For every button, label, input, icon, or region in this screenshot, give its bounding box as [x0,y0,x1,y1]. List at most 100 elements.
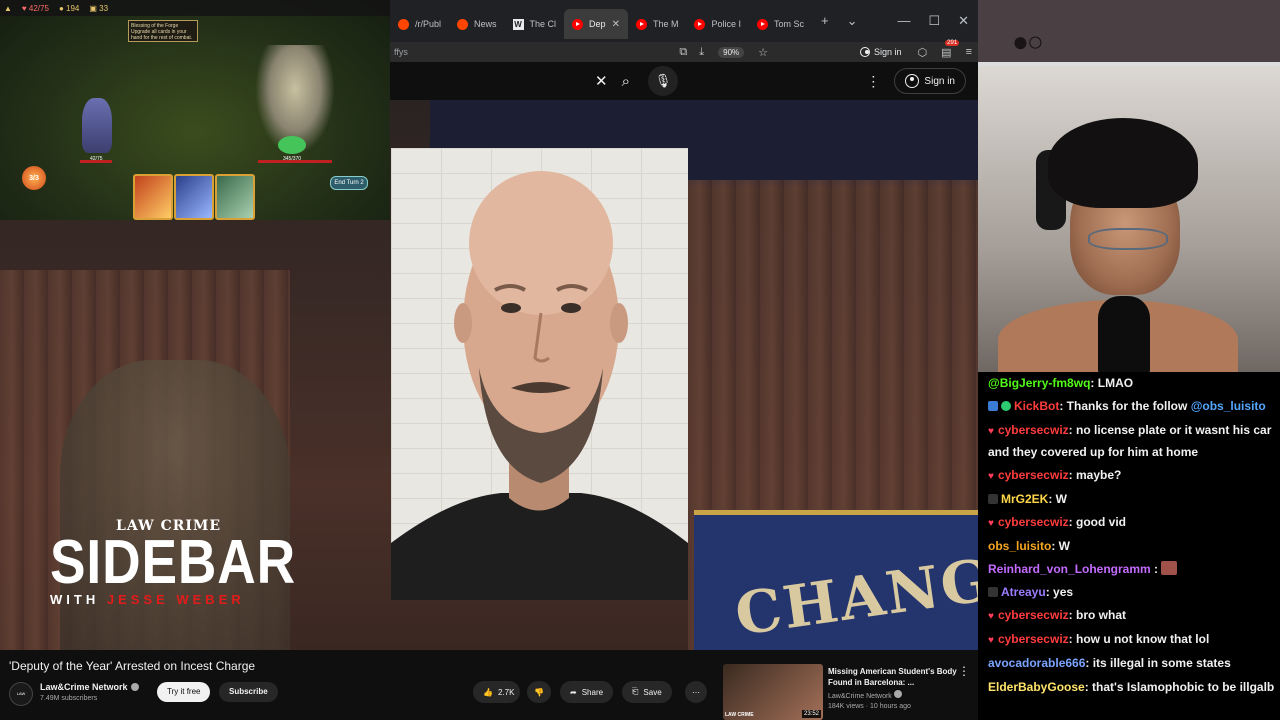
sidebar-logo: LAW CRIME SIDEBAR WITH JESSE WEBER [50,518,296,607]
enemy-hp-label: 345/370 [283,156,302,162]
channel-avatar[interactable]: LAW [9,682,33,706]
chat-username[interactable]: KickBot [1014,399,1059,413]
recommended-title[interactable]: Missing American Student's Body Found in… [828,666,958,688]
chat-mention[interactable]: @obs_luisito [1191,399,1266,413]
notifications-icon[interactable]: ▤ 291 [941,39,960,59]
like-button[interactable]: 👍 2.7K [473,681,521,703]
save-label: Save [643,687,662,697]
url-text[interactable]: ffys [390,47,673,57]
game-floor: ▣ 33 [89,3,109,13]
tab-police[interactable]: Police I [686,9,749,39]
chat-message: @BigJerry-fm8wq: LMAO [988,372,1276,395]
tab-reddit-publ[interactable]: /r/Publ [390,9,449,39]
tab-the-m[interactable]: The M [628,9,687,39]
heart-icon: ♥ [988,471,994,482]
dislike-button[interactable]: 👎 [527,681,551,703]
chat-username[interactable]: Atreayu [1001,585,1046,599]
chat-username[interactable]: obs_luisito [988,539,1051,553]
tab-the-cl[interactable]: W The Cl [505,9,565,39]
bookmark-star-icon[interactable]: ☆ [758,46,768,59]
chat-username[interactable]: cybersecwiz [998,423,1069,437]
tab-list-icon[interactable]: ⌄ [838,0,867,42]
tab-label: Tom Sc [773,19,804,29]
voice-search-icon[interactable]: 🎙 [648,66,678,96]
rec-duration: 23:52 [801,710,821,718]
chat-message: KickBot: Thanks for the follow @obs_luis… [988,395,1276,418]
tab-news[interactable]: News [449,9,505,39]
chat-text: : W [1048,492,1067,506]
screenshot-icon[interactable]: ⧉ [679,46,687,59]
chat-username[interactable]: Reinhard_von_Lohengramm [988,562,1151,576]
try-free-button[interactable]: Try it free [157,682,211,702]
maximize-icon[interactable]: ☐ [920,0,950,42]
chat-username[interactable]: cybersecwiz [998,632,1069,646]
chat-username[interactable]: MrG2EK [1001,492,1048,506]
chat-username[interactable]: avocadorable666 [988,656,1085,670]
browser-signin-button[interactable]: Sign in [860,47,902,57]
game-gold: ● 194 [58,3,80,13]
logo-main-text: SIDEBAR [50,528,296,597]
game-hero [82,98,112,153]
chat-message: obs_luisito: W [988,535,1276,558]
recommended-menu-icon[interactable]: ⋮ [958,664,970,678]
glasses [1088,228,1168,250]
address-bar[interactable]: ffys ⧉ ⤓ 90% ☆ Sign in ⬡ ▤ 291 ≡ [390,39,978,62]
youtube-icon [572,18,584,30]
share-button[interactable]: ➦ Share [560,681,614,703]
game-hp: ♥ 42/75 [21,3,49,13]
game-gold-value: 194 [66,3,80,13]
browser-signin-label: Sign in [874,47,902,57]
end-turn-button: End Turn 2 [330,176,368,190]
zoom-level[interactable]: 90% [718,46,745,58]
video-info: 'Deputy of the Year' Arrested on Incest … [0,650,978,720]
channel-name-text: Law&Crime Network [40,682,128,692]
webcam-overlay: ●○ [978,0,1280,372]
tab-label: /r/Publ [415,19,442,29]
heart-icon: ♥ [988,426,994,437]
chat-username[interactable]: cybersecwiz [998,608,1069,622]
tab-active-youtube[interactable]: Dep ✕ [564,9,628,39]
chat-username[interactable]: cybersecwiz [998,515,1069,529]
clear-search-icon[interactable]: ✕ [595,72,608,90]
close-window-icon[interactable]: ✕ [949,0,978,42]
chat-text: : Thanks for the follow [1059,399,1191,413]
screen: CHANGE C LAW CRIME SIDEBAR WI [0,0,1280,720]
tab-tom-sc[interactable]: Tom Sc [749,9,812,39]
chat-message: avocadorable666: its illegal in some sta… [988,652,1276,675]
search-box[interactable]: ✕ ⌕ [390,66,630,96]
chat-username[interactable]: @BigJerry-fm8wq [988,376,1090,390]
minimize-icon[interactable]: — [889,0,920,42]
recommended-meta: 184K views · 10 hours ago [828,703,911,710]
chat-message: ♥ cybersecwiz: how u not know that lol [988,628,1276,652]
game-floor-value: 33 [99,3,109,13]
chat-message: ElderBabyGoose: that's Islamophobic to b… [988,675,1276,699]
save-button[interactable]: ⎗ Save [622,681,672,703]
game-card-2 [174,174,214,220]
browser-tab-bar: /r/Publ News W The Cl Dep ✕ The M Police I… [390,0,978,42]
youtube-icon [756,18,768,30]
browser-menu-icon[interactable]: ≡ [966,46,972,58]
chat-username[interactable]: ElderBabyGoose [988,680,1085,694]
chat-message: Atreayu: yes [988,581,1276,604]
heart-icon: ♥ [988,635,994,646]
account-icon [905,74,920,88]
streamer-hair [1048,118,1198,208]
chat-panel: @BigJerry-fm8wq: LMAO KickBot: Thanks fo… [978,372,1280,720]
new-tab-icon[interactable]: + [812,0,838,42]
download-icon[interactable]: ⤓ [699,46,704,59]
tab-label: The Cl [529,19,557,29]
video-title: 'Deputy of the Year' Arrested on Incest … [9,659,256,673]
more-actions-button[interactable]: ⋯ [685,681,707,703]
tab-close-icon[interactable]: ✕ [612,19,620,30]
channel-name[interactable]: Law&Crime Network [40,682,139,692]
tab-label: Dep [589,19,606,29]
subscribe-button[interactable]: Subscribe [219,682,278,702]
chat-username[interactable]: cybersecwiz [998,468,1069,482]
settings-kebab-icon[interactable]: ⋮ [866,73,880,90]
search-icon[interactable]: ⌕ [622,73,630,90]
extensions-icon[interactable]: ⬡ [918,46,928,59]
recommended-channel[interactable]: Law&Crime Network [828,690,902,700]
recommended-thumbnail[interactable]: LAW CRIME 23:52 [723,664,823,720]
background-banner: CHANGE C [694,510,978,650]
youtube-signin-button[interactable]: Sign in [894,68,966,94]
